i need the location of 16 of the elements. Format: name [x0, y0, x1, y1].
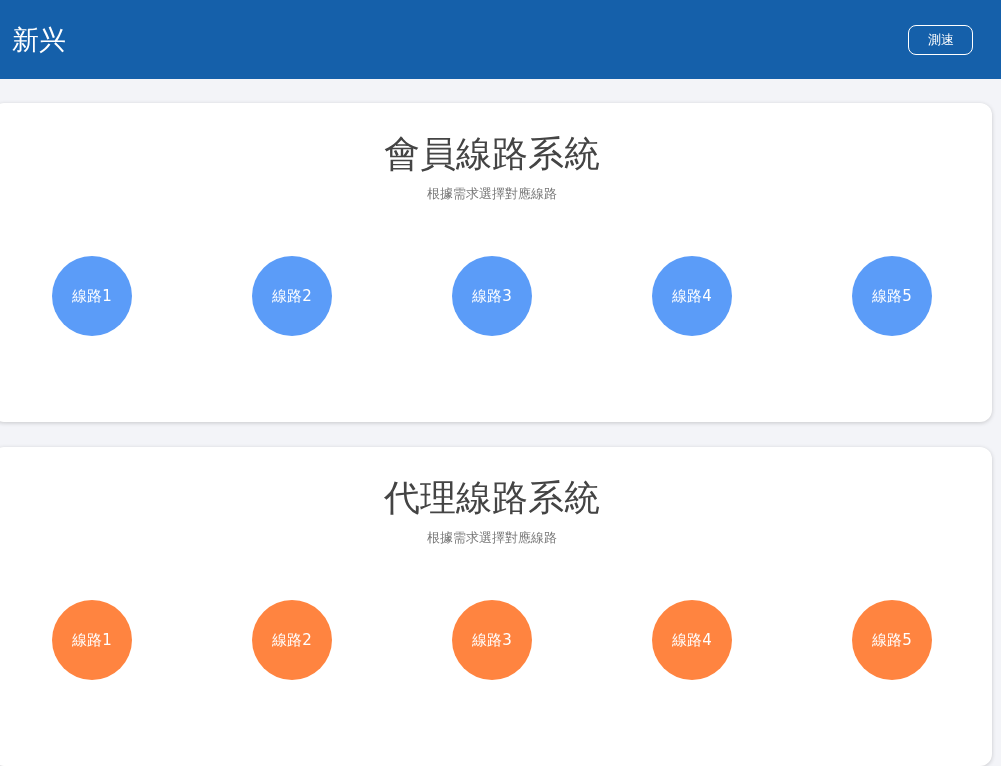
line-button[interactable]: 線路4 — [652, 600, 732, 680]
line-button[interactable]: 線路3 — [452, 256, 532, 336]
line-button[interactable]: 線路5 — [852, 600, 932, 680]
line-button[interactable]: 線路3 — [452, 600, 532, 680]
section-subtitle: 根據需求選擇對應線路 — [427, 185, 557, 203]
speed-test-button[interactable]: 測速 — [908, 24, 973, 55]
line-button[interactable]: 線路5 — [852, 256, 932, 336]
line-button[interactable]: 線路2 — [252, 600, 332, 680]
section-title: 代理線路系統 — [384, 476, 600, 520]
line-button[interactable]: 線路2 — [252, 256, 332, 336]
section-subtitle: 根據需求選擇對應線路 — [427, 529, 557, 547]
line-button[interactable]: 線路1 — [52, 600, 132, 680]
app-title: 新兴 — [12, 22, 66, 57]
line-button[interactable]: 線路1 — [52, 256, 132, 336]
line-button[interactable]: 線路4 — [652, 256, 732, 336]
section-title: 會員線路系統 — [384, 132, 600, 176]
